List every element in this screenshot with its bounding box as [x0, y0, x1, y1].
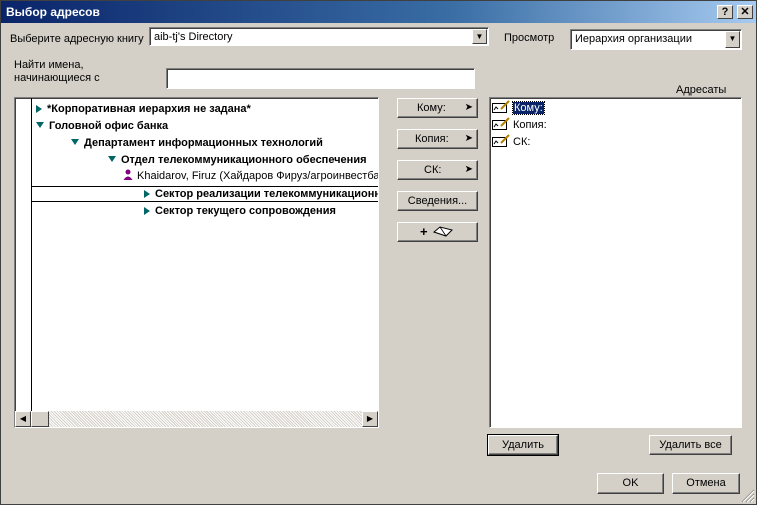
collapse-arrow-icon[interactable] — [108, 156, 116, 162]
expand-arrow-icon[interactable] — [144, 190, 150, 198]
scroll-left-button[interactable]: ◀ — [15, 411, 31, 427]
tree-item-telecom-dept[interactable]: Отдел телекоммуникационного обеспечения — [108, 152, 367, 168]
tree-item-it-department[interactable]: Департамент информационных технологий — [71, 135, 323, 151]
address-book-value: aib-tj's Directory — [154, 31, 233, 43]
arrow-left-icon: ◀ — [19, 414, 27, 423]
tree-item-support-sector[interactable]: Сектор текущего сопровождения — [144, 203, 336, 219]
arrow-right-icon: ➤ — [464, 133, 473, 144]
collapse-arrow-icon[interactable] — [36, 122, 44, 128]
address-book-label: Выберите адресную книгу — [10, 33, 144, 45]
search-label-line2: начинающиеся с — [14, 72, 100, 84]
details-button[interactable]: Сведения... — [397, 191, 478, 211]
recipients-list[interactable]: Кому: Копия: СК: — [489, 97, 742, 428]
directory-tree[interactable]: *Корпоративная иерархия не задана* Голов… — [14, 97, 379, 428]
expand-arrow-icon[interactable] — [36, 105, 42, 113]
address-book-icon — [432, 226, 453, 237]
tree-guide-line — [31, 98, 32, 411]
recipient-field-icon — [492, 134, 510, 147]
bcc-button[interactable]: СК: ➤ — [397, 160, 478, 180]
cancel-button[interactable]: Отмена — [672, 473, 740, 494]
recipients-label: Адресаты — [676, 84, 727, 96]
address-selection-dialog: Выбор адресов ? ✕ Выберите адресную книг… — [0, 0, 757, 505]
tree-item-head-office[interactable]: Головной офис банка — [36, 118, 168, 134]
arrow-right-icon: ➤ — [464, 102, 473, 113]
title-bar[interactable]: Выбор адресов ? ✕ — [1, 1, 756, 23]
search-input[interactable] — [166, 68, 475, 89]
to-button[interactable]: Кому: ➤ — [397, 98, 478, 118]
chevron-down-icon: ▼ — [728, 34, 737, 43]
scroll-track[interactable] — [31, 411, 362, 427]
scroll-right-button[interactable]: ▶ — [362, 411, 378, 427]
scroll-thumb[interactable] — [31, 411, 49, 427]
dialog-title: Выбор адресов — [6, 5, 100, 19]
address-book-dropdown-button[interactable]: ▼ — [472, 29, 487, 44]
address-book-combo[interactable]: aib-tj's Directory ▼ — [149, 27, 489, 46]
tree-item-corporate-hierarchy[interactable]: *Корпоративная иерархия не задана* — [36, 101, 251, 117]
arrow-right-icon: ➤ — [464, 164, 473, 175]
horizontal-scrollbar[interactable]: ◀ ▶ — [15, 411, 378, 427]
help-button[interactable]: ? — [717, 5, 733, 19]
tree-item-person[interactable]: Khaidarov, Firuz (Хайдаров Фируз/агроинв… — [123, 168, 378, 184]
recipient-to-row[interactable]: Кому: — [492, 100, 545, 116]
view-label: Просмотр — [504, 32, 555, 44]
expand-arrow-icon[interactable] — [144, 207, 150, 215]
recipient-field-icon — [492, 100, 510, 113]
remove-button[interactable]: Удалить — [487, 434, 559, 456]
resize-grip-icon[interactable] — [741, 489, 755, 503]
search-label-line1: Найти имена, — [14, 59, 84, 71]
recipient-bcc-row[interactable]: СК: — [492, 134, 530, 150]
recipient-cc-row[interactable]: Копия: — [492, 117, 547, 133]
cc-button[interactable]: Копия: ➤ — [397, 129, 478, 149]
close-button[interactable]: ✕ — [737, 5, 753, 19]
chevron-down-icon: ▼ — [475, 32, 484, 41]
view-dropdown-button[interactable]: ▼ — [725, 31, 740, 48]
ok-button[interactable]: OK — [597, 473, 664, 494]
collapse-arrow-icon[interactable] — [71, 139, 79, 145]
view-combo[interactable]: Иерархия организации ▼ — [570, 29, 742, 50]
person-icon — [123, 169, 133, 180]
view-value: Иерархия организации — [575, 33, 693, 45]
tree-item-telecom-sector[interactable]: Сектор реализации телекоммуникационных — [144, 186, 378, 202]
arrow-right-icon: ▶ — [366, 414, 374, 423]
add-to-address-book-button[interactable]: + — [397, 222, 478, 242]
recipient-field-icon — [492, 117, 510, 130]
remove-all-button[interactable]: Удалить все — [649, 435, 732, 455]
